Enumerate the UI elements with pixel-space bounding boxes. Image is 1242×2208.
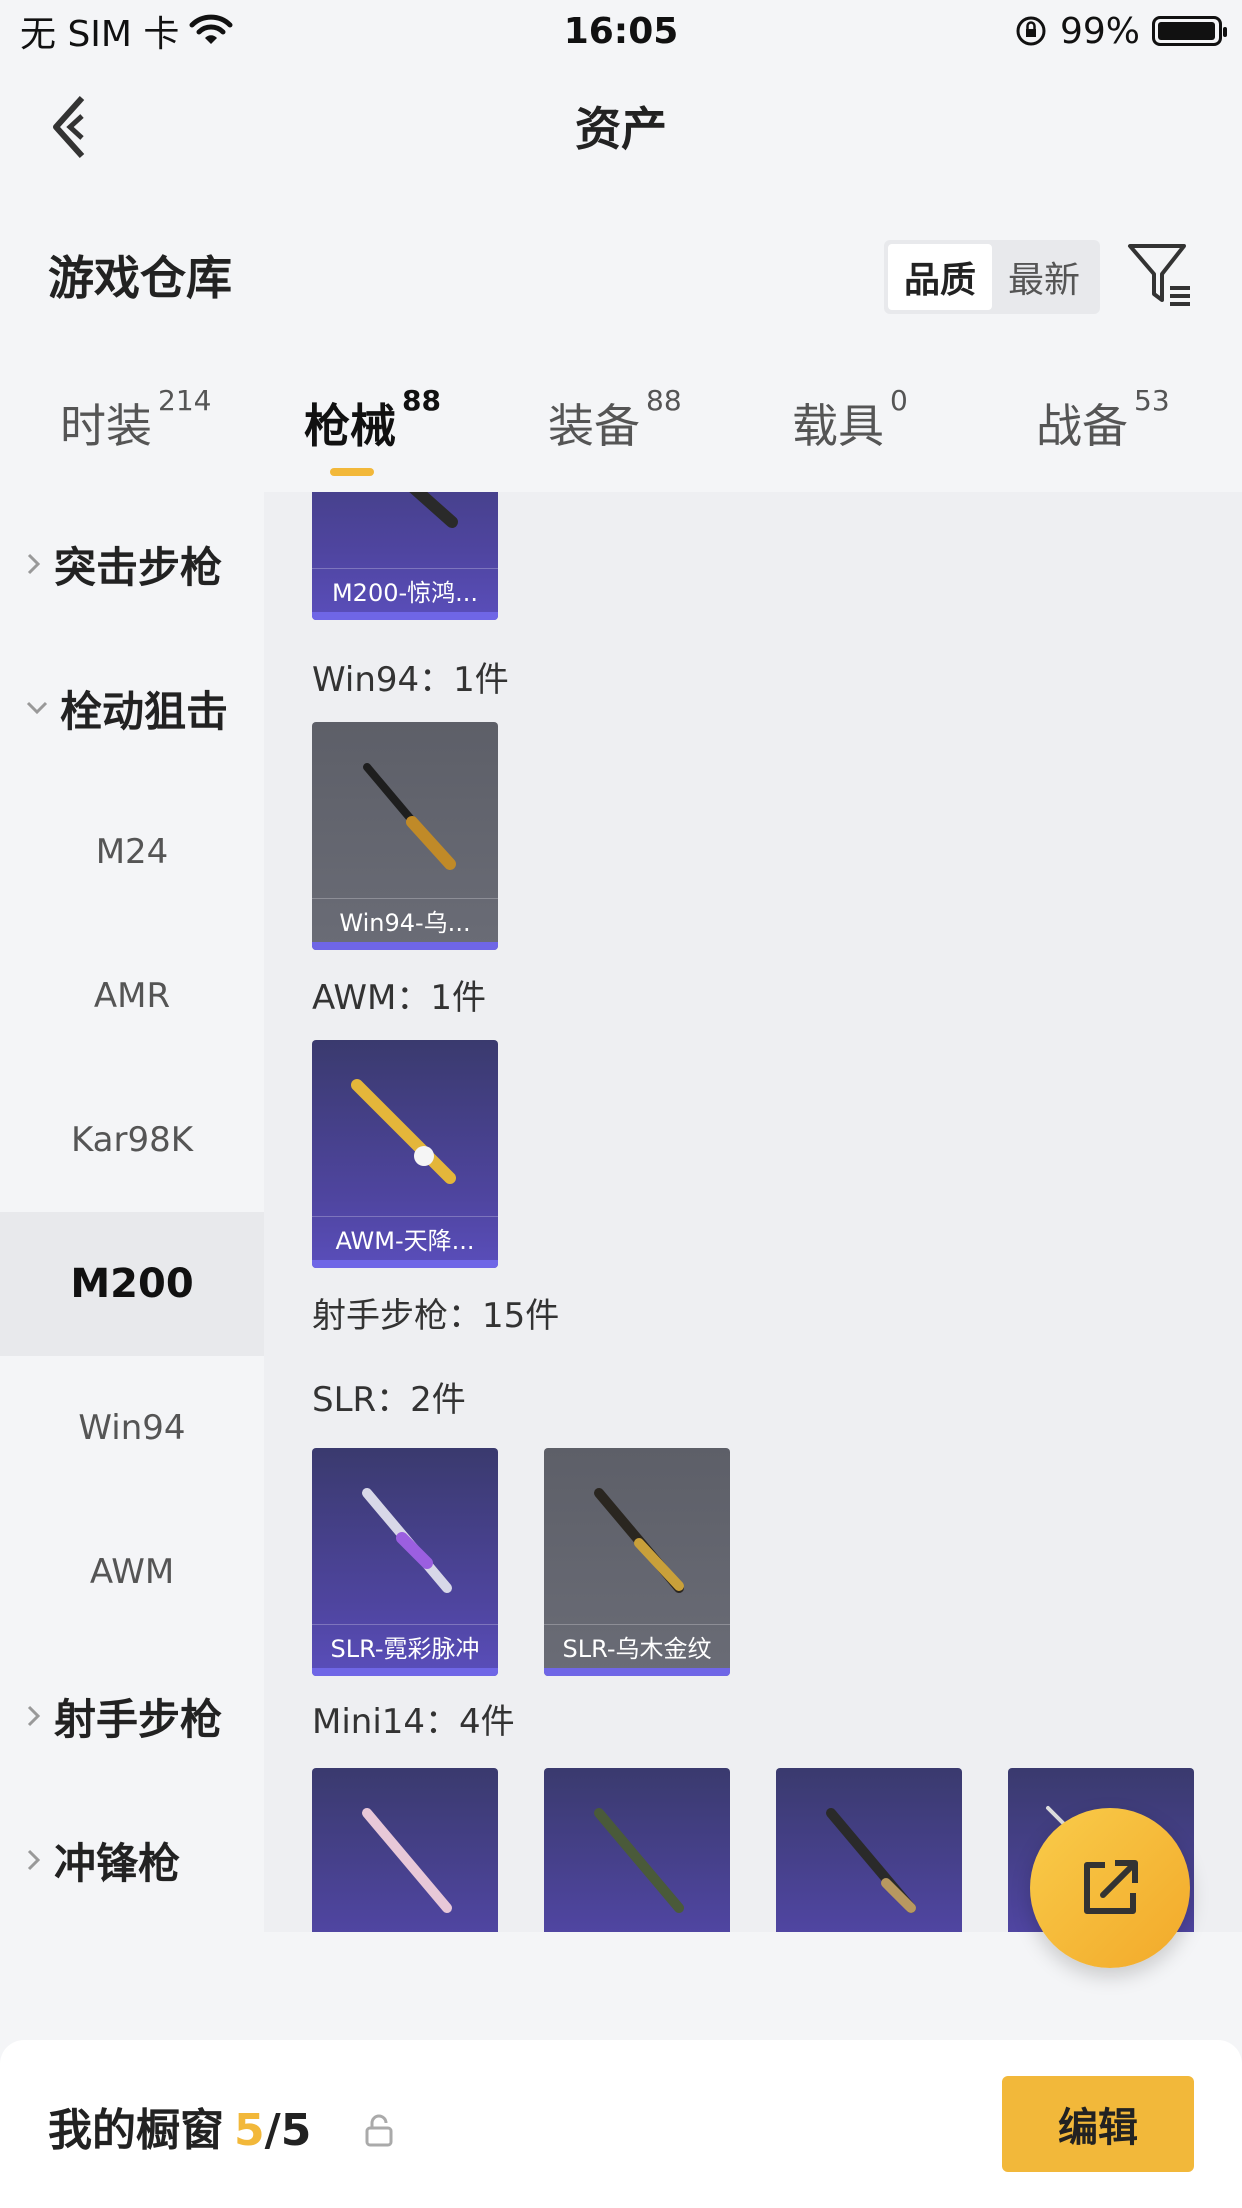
showcase-bar: 我的橱窗 5/5 编辑 (0, 2040, 1242, 2208)
item-card-label: M200-惊鸿... (312, 568, 498, 612)
showcase-label: 我的橱窗 (48, 2105, 224, 2156)
item-card-mini14-1[interactable] (312, 1768, 498, 1932)
wifi-icon (189, 14, 233, 44)
item-card-m200[interactable]: M200-惊鸿... (312, 492, 498, 620)
group-label-mini14: Mini14：4件 (312, 1702, 515, 1742)
item-grid: M200-惊鸿... Win94：1件 Win94-乌... AWM：1件 AW… (264, 492, 1242, 1932)
back-button[interactable] (40, 92, 100, 162)
sidebar-item-bolt-sniper[interactable]: 栓动狙击 (0, 636, 264, 780)
rifle-icon (351, 1079, 456, 1184)
chevron-right-icon (27, 1705, 41, 1727)
chevron-left-icon (53, 95, 85, 159)
item-card-win94[interactable]: Win94-乌... (312, 722, 498, 950)
warehouse-header: 游戏仓库 品质 最新 (0, 230, 1242, 320)
rifle-icon (826, 1808, 916, 1913)
showcase-count-separator: / (264, 2105, 281, 2156)
item-card-label: AWM-天降... (312, 1216, 498, 1260)
sidebar-item-win94[interactable]: Win94 (0, 1356, 264, 1500)
item-card-label: Win94-乌... (312, 898, 498, 942)
rifle-icon (363, 763, 456, 870)
filter-button[interactable] (1124, 238, 1196, 310)
sidebar-item-awm[interactable]: AWM (0, 1500, 264, 1644)
tab-count: 214 (158, 384, 212, 417)
item-card-label: SLR-乌木金纹 (544, 1624, 730, 1668)
tab-label: 载具 (792, 399, 884, 453)
rifle-icon (362, 1808, 452, 1913)
item-card-awm[interactable]: AWM-天降... (312, 1040, 498, 1268)
group-label-awm: AWM：1件 (312, 978, 486, 1018)
tab-label: 枪械 (304, 399, 396, 453)
rarity-bar (312, 1260, 498, 1268)
showcase-title: 我的橱窗 5/5 (48, 2094, 311, 2158)
orientation-lock-icon (1016, 16, 1046, 46)
tab-label: 装备 (548, 399, 640, 453)
tab-count: 88 (402, 384, 441, 417)
carrier-text: 无 SIM 卡 (20, 14, 180, 55)
sidebar-item-marksman-rifle[interactable]: 射手步枪 (0, 1644, 264, 1788)
rifle-icon (594, 1808, 684, 1913)
tab-count: 88 (646, 384, 682, 417)
share-button[interactable] (1030, 1808, 1190, 1968)
sidebar-item-m24[interactable]: M24 (0, 780, 264, 924)
chevron-right-icon (27, 553, 41, 575)
tab-count: 0 (890, 384, 908, 417)
item-card-slr-1[interactable]: SLR-霓彩脉冲 (312, 1448, 498, 1676)
category-tabs: 时装 214 枪械 88 装备 88 载具 0 战备 53 (0, 380, 1242, 490)
sidebar-item-label: 射手步枪 (54, 1694, 223, 1744)
sidebar-item-label: 突击步枪 (54, 542, 223, 592)
rarity-bar (544, 1668, 730, 1676)
battery-icon (1152, 16, 1227, 46)
edit-button[interactable]: 编辑 (1002, 2076, 1194, 2172)
group-label-marksman: 射手步枪：15件 (312, 1296, 560, 1336)
share-external-icon (1084, 1860, 1138, 1914)
item-card-label: SLR-霓彩脉冲 (312, 1624, 498, 1668)
showcase-count-current: 5 (234, 2105, 265, 2156)
warehouse-title: 游戏仓库 (48, 251, 232, 305)
tab-vehicles[interactable]: 载具 0 (792, 384, 908, 456)
rarity-bar (312, 942, 498, 950)
tab-label: 时装 (60, 399, 152, 453)
rifle-icon (409, 492, 458, 528)
rifle-icon (594, 1488, 684, 1593)
item-card-mini14-3[interactable] (776, 1768, 962, 1932)
chevron-down-icon (26, 701, 48, 715)
tab-label: 战备 (1036, 399, 1128, 453)
active-tab-indicator (330, 468, 374, 476)
sort-newest-button[interactable]: 最新 (992, 244, 1096, 310)
sidebar-item-label: 冲锋枪 (54, 1838, 181, 1888)
sidebar-item-label: 栓动狙击 (60, 686, 229, 736)
nav-header: 资产 (0, 62, 1242, 190)
filter-icon (1128, 244, 1190, 306)
rarity-bar (312, 612, 498, 620)
lock-icon (365, 2114, 393, 2147)
item-card-slr-2[interactable]: SLR-乌木金纹 (544, 1448, 730, 1676)
group-label-slr: SLR：2件 (312, 1380, 466, 1420)
group-label-win94: Win94：1件 (312, 660, 509, 700)
rifle-icon (362, 1488, 452, 1593)
tab-count: 53 (1134, 384, 1170, 417)
tab-firearms[interactable]: 枪械 88 (304, 384, 441, 456)
sidebar-item-smg[interactable]: 冲锋枪 (0, 1788, 264, 1932)
sidebar-item-assault-rifle[interactable]: 突击步枪 (0, 492, 264, 636)
sort-quality-button[interactable]: 品质 (888, 244, 992, 310)
page-title: 资产 (575, 102, 667, 156)
battery-percent: 99% (1059, 10, 1140, 52)
sidebar-item-kar98k[interactable]: Kar98K (0, 1068, 264, 1212)
chevron-right-icon (27, 1849, 41, 1871)
sidebar-item-m200[interactable]: M200 (0, 1212, 264, 1356)
category-sidebar: 突击步枪 栓动狙击 M24 AMR Kar98K M200 Win94 AWM … (0, 492, 264, 1932)
item-card-mini14-2[interactable] (544, 1768, 730, 1932)
rarity-bar (312, 1668, 498, 1676)
tab-equipment[interactable]: 装备 88 (548, 384, 682, 456)
showcase-count-total: 5 (280, 2105, 312, 2156)
status-bar: 无 SIM 卡 16:05 99% (0, 0, 1242, 62)
sidebar-item-amr[interactable]: AMR (0, 924, 264, 1068)
tab-fashion[interactable]: 时装 214 (60, 384, 211, 456)
sort-toggle: 品质 最新 (884, 240, 1100, 314)
tab-supplies[interactable]: 战备 53 (1036, 384, 1170, 456)
